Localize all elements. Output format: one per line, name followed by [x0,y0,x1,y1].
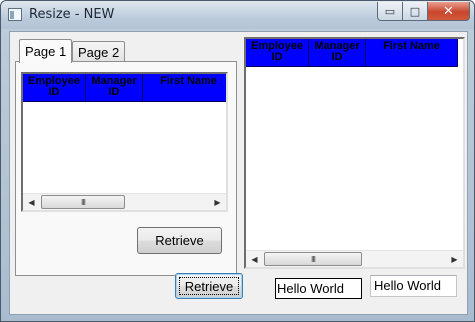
horizontal-scrollbar[interactable]: ◀ III ▶ [23,193,226,210]
tab-label: Page 2 [78,44,120,60]
app-icon[interactable] [8,8,22,21]
client-area: Page 1 Page 2 Employee ID Manager ID Fir… [9,31,468,315]
column-header-manager-id[interactable]: Manager ID [309,39,366,67]
horizontal-scrollbar[interactable]: ◀ III ▶ [246,250,463,267]
column-header-employee-id[interactable]: Employee ID [23,74,86,102]
scroll-thumb[interactable]: III [41,195,125,209]
scroll-right-icon[interactable]: ▶ [446,251,463,267]
column-header-first-name[interactable]: First Name [143,74,226,102]
window-title: Resize - NEW [29,7,115,22]
scroll-left-icon[interactable]: ◀ [23,194,40,210]
scroll-left-icon[interactable]: ◀ [246,251,263,267]
close-icon: ✕ [443,3,454,19]
maximize-icon: □ [409,4,421,18]
employee-grid-tab[interactable]: Employee ID Manager ID First Name ◀ III … [21,72,228,212]
retrieve-button-tab[interactable]: Retrieve [137,227,222,254]
hello-world-label: Hello World [275,278,362,299]
minimize-button[interactable]: ▭ [377,2,403,21]
column-header-employee-id[interactable]: Employee ID [246,39,309,67]
scroll-thumb[interactable]: III [264,252,362,266]
retrieve-button-main[interactable]: Retrieve [175,273,243,299]
minimize-icon: ▭ [384,4,396,18]
grip-icon: III [80,197,86,207]
app-window: Resize - NEW ▭ □ ✕ Page 1 Page 2 Employe… [0,0,475,322]
employee-grid-main[interactable]: Employee ID Manager ID First Name ◀ III … [244,37,465,269]
hello-world-textbox[interactable]: Hello World [370,275,457,297]
tab-page-2[interactable]: Page 2 [72,41,126,62]
title-bar[interactable]: Resize - NEW ▭ □ ✕ [1,1,474,29]
tab-page-1[interactable]: Page 1 [19,39,73,63]
button-label: Retrieve [155,233,204,248]
tab-label: Page 1 [25,44,67,59]
focus-rectangle [179,277,239,295]
grid-header-row: Employee ID Manager ID First Name [246,39,458,67]
column-header-manager-id[interactable]: Manager ID [86,74,143,102]
close-button[interactable]: ✕ [427,2,470,21]
scroll-right-icon[interactable]: ▶ [209,194,226,210]
grip-icon: III [310,254,316,264]
maximize-button[interactable]: □ [402,2,428,21]
grid-header-row: Employee ID Manager ID First Name [23,74,226,102]
column-header-first-name[interactable]: First Name [366,39,458,67]
